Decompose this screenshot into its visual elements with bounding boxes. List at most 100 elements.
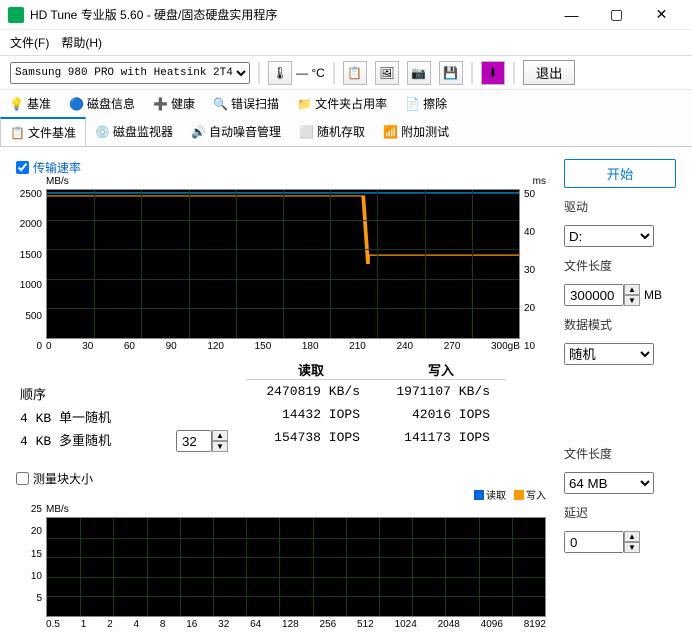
- result-row-label: 顺序: [16, 384, 176, 403]
- filelen-input[interactable]: [564, 284, 624, 306]
- tab-icon: ➕: [153, 97, 167, 111]
- chart2-yunit: MB/s: [46, 504, 69, 515]
- options-icon[interactable]: ⬇: [481, 61, 505, 85]
- filelen-up[interactable]: ▲: [624, 284, 640, 295]
- chart1-container: 25002000150010005000 0306090120150180210…: [16, 189, 546, 352]
- tab-基准[interactable]: 💡基准: [0, 90, 60, 117]
- filelen-unit: MB: [644, 288, 662, 302]
- tab-icon: 🔊: [191, 125, 205, 139]
- toolbar: Samsung 980 PRO with Heatsink 2T4J 🌡 — °…: [0, 55, 692, 90]
- tab-擦除[interactable]: 📄擦除: [396, 90, 456, 117]
- tab-自动噪音管理[interactable]: 🔊自动噪音管理: [182, 117, 290, 146]
- minimize-button[interactable]: —: [549, 0, 594, 30]
- block-size-checkbox[interactable]: [16, 472, 29, 485]
- qd-down[interactable]: ▼: [212, 441, 228, 452]
- maximize-button[interactable]: ▢: [594, 0, 639, 30]
- toolbar-divider: [258, 62, 260, 84]
- tab-icon: 📁: [297, 97, 311, 111]
- tab-文件夹占用率[interactable]: 📁文件夹占用率: [288, 90, 396, 117]
- screenshot-icon[interactable]: 🖼: [375, 61, 399, 85]
- tab-随机存取[interactable]: ⬜随机存取: [290, 117, 374, 146]
- filelen2-label: 文件长度: [564, 445, 676, 462]
- app-icon: [8, 7, 24, 23]
- queue-depth-input[interactable]: [176, 430, 212, 452]
- filelen-down[interactable]: ▼: [624, 295, 640, 306]
- result-row-label: 4 KB 多重随机: [16, 430, 176, 452]
- chart1-yunit: MB/s: [46, 176, 520, 187]
- thermometer-icon: 🌡: [268, 61, 292, 85]
- transfer-rate-checkbox-row: 传输速率: [16, 159, 546, 176]
- chart1-y-axis: 25002000150010005000: [16, 189, 46, 352]
- chart2-container: 252015105 MB/s 0.51248163264128256512102…: [16, 504, 546, 630]
- chart2-legend: 读取 写入: [16, 487, 546, 502]
- exit-button[interactable]: 退出: [523, 60, 576, 85]
- close-button[interactable]: ✕: [639, 0, 684, 30]
- filelen-spinner: ▲▼ MB: [564, 284, 676, 306]
- result-write-value: 1971107 KB/s: [376, 384, 506, 403]
- datamode-select[interactable]: 随机: [564, 343, 654, 365]
- tab-icon: 📄: [405, 97, 419, 111]
- camera-icon[interactable]: 📷: [407, 61, 431, 85]
- tab-文件基准[interactable]: 📋文件基准: [0, 117, 86, 146]
- chart1-grid: [46, 189, 520, 339]
- chart1-headers: MB/s ms: [16, 176, 546, 187]
- delay-down[interactable]: ▼: [624, 542, 640, 553]
- filelen2-select[interactable]: 64 MB: [564, 472, 654, 494]
- left-panel: 传输速率 MB/s ms 25002000150010005000 030609…: [16, 159, 546, 630]
- titlebar: HD Tune 专业版 5.60 - 硬盘/固态硬盘实用程序 — ▢ ✕: [0, 0, 692, 30]
- tab-icon: 📋: [10, 126, 24, 140]
- drive-select[interactable]: Samsung 980 PRO with Heatsink 2T4J: [10, 62, 250, 84]
- chart2-body: MB/s 0.512481632641282565121024204840968…: [46, 504, 546, 630]
- toolbar-divider: [513, 62, 515, 84]
- result-write-value: 42016 IOPS: [376, 407, 506, 426]
- delay-label: 延迟: [564, 504, 676, 521]
- qd-up[interactable]: ▲: [212, 430, 228, 441]
- start-button[interactable]: 开始: [564, 159, 676, 188]
- drive-letter-select[interactable]: D:: [564, 225, 654, 247]
- drive-side-label: 驱动: [564, 198, 676, 215]
- tab-icon: 💿: [95, 125, 109, 139]
- block-size-section: 测量块大小 读取 写入 252015105 MB/s 0.51248163264…: [16, 470, 546, 630]
- tab-错误扫描[interactable]: 🔍错误扫描: [204, 90, 288, 117]
- delay-up[interactable]: ▲: [624, 531, 640, 542]
- window-title: HD Tune 专业版 5.60 - 硬盘/固态硬盘实用程序: [30, 6, 549, 23]
- delay-input[interactable]: [564, 531, 624, 553]
- temperature-display: 🌡 — °C: [268, 61, 325, 85]
- result-read-value: 154738 IOPS: [246, 430, 376, 452]
- menu-file[interactable]: 文件(F): [10, 34, 49, 51]
- tab-健康[interactable]: ➕健康: [144, 90, 204, 117]
- result-read-value: 2470819 KB/s: [246, 384, 376, 403]
- tab-icon: ⬜: [299, 125, 313, 139]
- toolbar-divider: [333, 62, 335, 84]
- delay-spinner: ▲▼: [564, 531, 676, 553]
- menu-help[interactable]: 帮助(H): [61, 34, 102, 51]
- chart2-grid: [46, 517, 546, 617]
- transfer-rate-checkbox[interactable]: [16, 161, 29, 174]
- temperature-value: — °C: [296, 66, 325, 80]
- chart1-x-axis: 0306090120150180210240270300gB: [46, 341, 520, 352]
- chart2-y-axis: 252015105: [16, 504, 46, 604]
- datamode-label: 数据模式: [564, 316, 676, 333]
- tab-icon: 📶: [383, 125, 397, 139]
- block-size-checkbox-row: 测量块大小: [16, 470, 93, 487]
- tab-bar: 💡基准🔵磁盘信息➕健康🔍错误扫描📁文件夹占用率📄擦除 📋文件基准💿磁盘监视器🔊自动…: [0, 90, 692, 147]
- legend-write: 写入: [514, 487, 546, 502]
- filelen-label: 文件长度: [564, 257, 676, 274]
- tab-磁盘信息[interactable]: 🔵磁盘信息: [60, 90, 144, 117]
- save-icon[interactable]: 💾: [439, 61, 463, 85]
- copy-icon[interactable]: 📋: [343, 61, 367, 85]
- chart1-y2unit: ms: [520, 176, 546, 187]
- block-size-label: 测量块大小: [33, 470, 93, 487]
- tab-附加测试[interactable]: 📶附加测试: [374, 117, 458, 146]
- transfer-rate-label: 传输速率: [33, 159, 81, 176]
- legend-read: 读取: [474, 487, 506, 502]
- chart1-y2-axis: 5040302010: [520, 189, 546, 352]
- toolbar-divider: [471, 62, 473, 84]
- side-panel: 开始 驱动 D: 文件长度 ▲▼ MB 数据模式 随机 文件长度 64 MB 延…: [564, 159, 676, 630]
- result-write-value: 141173 IOPS: [376, 430, 506, 452]
- menubar: 文件(F) 帮助(H): [0, 30, 692, 55]
- results-table: 读取写入顺序2470819 KB/s1971107 KB/s4 KB 单一随机1…: [16, 360, 546, 452]
- result-row-label: 4 KB 单一随机: [16, 407, 176, 426]
- tab-icon: 🔍: [213, 97, 227, 111]
- tab-磁盘监视器[interactable]: 💿磁盘监视器: [86, 117, 182, 146]
